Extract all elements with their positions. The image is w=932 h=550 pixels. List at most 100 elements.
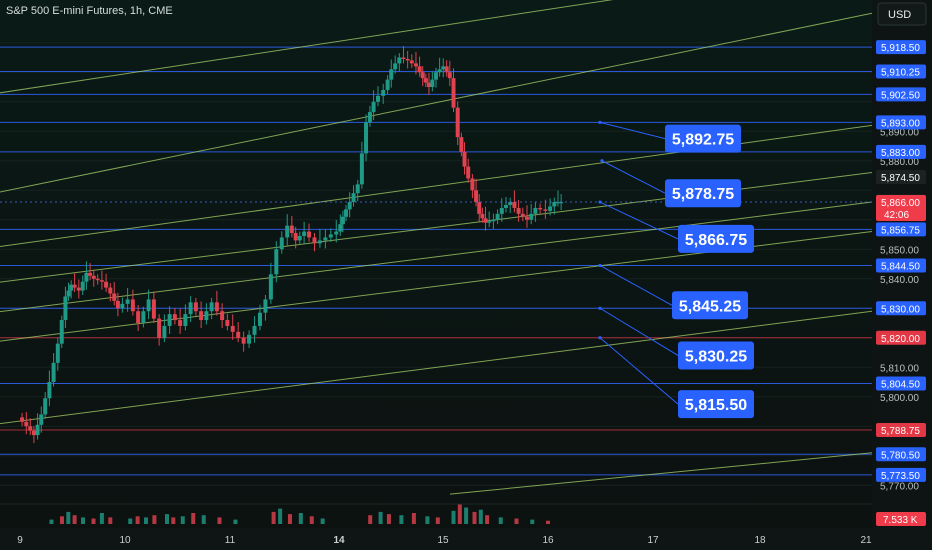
candle-body xyxy=(120,303,125,309)
volume-bar xyxy=(108,517,113,524)
candle-body xyxy=(323,237,328,241)
callout-label: 5,845.25 xyxy=(679,298,741,315)
candle-body xyxy=(252,325,257,335)
candle-body xyxy=(220,311,225,321)
volume-bar xyxy=(49,519,54,524)
candle-body xyxy=(367,112,372,123)
volume-bar xyxy=(278,508,283,524)
candle-body xyxy=(347,202,352,210)
volume-bar xyxy=(425,516,430,524)
candle-body xyxy=(76,287,81,291)
candle-body xyxy=(95,278,100,281)
volume-bar xyxy=(233,519,238,524)
candle-body xyxy=(72,284,77,288)
time-axis-panel[interactable] xyxy=(0,528,932,550)
candle-body xyxy=(499,207,504,214)
candle-body xyxy=(495,213,500,220)
candle-body xyxy=(413,63,418,67)
candle-body xyxy=(393,63,398,70)
candle-body xyxy=(59,320,64,344)
volume-bar xyxy=(451,510,456,524)
level-price-label: 5,773.50 xyxy=(881,471,920,482)
candle-body xyxy=(389,69,394,80)
candle-body xyxy=(24,421,29,427)
candle-body xyxy=(204,311,209,321)
candle-body xyxy=(307,231,312,238)
price-tick-label: 5,840.00 xyxy=(880,275,919,286)
volume-bar xyxy=(287,514,292,524)
candle-body xyxy=(91,275,96,279)
volume-bar xyxy=(399,515,404,524)
volume-bar xyxy=(411,513,416,524)
candle-body xyxy=(167,314,172,326)
chart-canvas[interactable]: 5,892.75 5,878.75 5,866.75 5,845.25 5,830.25… xyxy=(0,0,932,550)
candle-body xyxy=(525,216,529,220)
volume-bar xyxy=(128,518,133,524)
level-price-label: 5,820.00 xyxy=(881,334,920,345)
candle-body xyxy=(477,202,482,214)
candle-body xyxy=(130,299,135,312)
candle-body xyxy=(351,193,356,203)
volume-bar xyxy=(91,518,96,524)
volume-bar xyxy=(546,520,550,524)
candle-body xyxy=(312,237,317,244)
chart-background xyxy=(0,0,932,550)
candle-body xyxy=(51,362,56,382)
candle-body xyxy=(112,293,117,301)
volume-bar xyxy=(530,519,535,524)
level-price-label: 5,844.50 xyxy=(881,261,920,272)
time-tick-label: 14 xyxy=(333,535,345,546)
candle-body xyxy=(274,249,279,275)
time-tick-label: 11 xyxy=(225,535,236,546)
volume-bar xyxy=(201,515,206,524)
candle-body xyxy=(423,78,428,83)
volume-bar xyxy=(435,517,440,524)
candle-body xyxy=(257,312,262,326)
volume-bar xyxy=(135,516,140,524)
candle-body xyxy=(491,219,496,222)
candle-body xyxy=(459,137,464,152)
candle-body xyxy=(470,178,475,191)
volume-bar xyxy=(485,515,490,524)
candle-body xyxy=(209,302,214,312)
candle-body xyxy=(441,66,446,70)
candle-body xyxy=(340,216,345,225)
candle-body xyxy=(104,281,109,288)
candle-body xyxy=(55,343,60,363)
level-price-label: 5,910.25 xyxy=(881,68,920,79)
candle-body xyxy=(69,284,74,291)
callout-label: 5,892.75 xyxy=(672,132,734,149)
volume-bar xyxy=(99,513,104,524)
candle-body xyxy=(533,207,538,214)
candle-body xyxy=(455,107,460,138)
candle-body xyxy=(214,302,219,312)
candle-body xyxy=(409,60,414,64)
candle-body xyxy=(385,79,390,90)
volume-bar xyxy=(386,514,391,524)
candle-body xyxy=(99,280,104,282)
currency-button[interactable]: USD xyxy=(877,2,927,26)
candle-body xyxy=(84,272,89,282)
candle-body xyxy=(529,213,534,220)
candle-body xyxy=(548,206,553,211)
callout-label: 5,866.75 xyxy=(685,232,747,249)
candle-body xyxy=(241,337,246,344)
volume-bar xyxy=(309,516,314,524)
volume-bar xyxy=(66,511,71,524)
last-price-countdown: 42:06 xyxy=(884,210,909,221)
candle-body xyxy=(108,287,113,294)
candle-body xyxy=(447,72,452,79)
volume-bar xyxy=(81,517,85,524)
volume-bar xyxy=(514,518,519,524)
candle-body xyxy=(376,95,380,102)
candle-body xyxy=(63,296,68,321)
volume-bar xyxy=(298,513,303,524)
candle-body xyxy=(328,234,333,238)
candle-body xyxy=(151,299,156,319)
time-tick-label: 9 xyxy=(17,535,23,546)
volume-value-label: 7.533 K xyxy=(883,515,918,526)
candle-body xyxy=(371,101,376,113)
callout-label: 5,830.25 xyxy=(685,348,747,365)
volume-bar xyxy=(144,517,148,524)
candle-body xyxy=(433,72,438,80)
